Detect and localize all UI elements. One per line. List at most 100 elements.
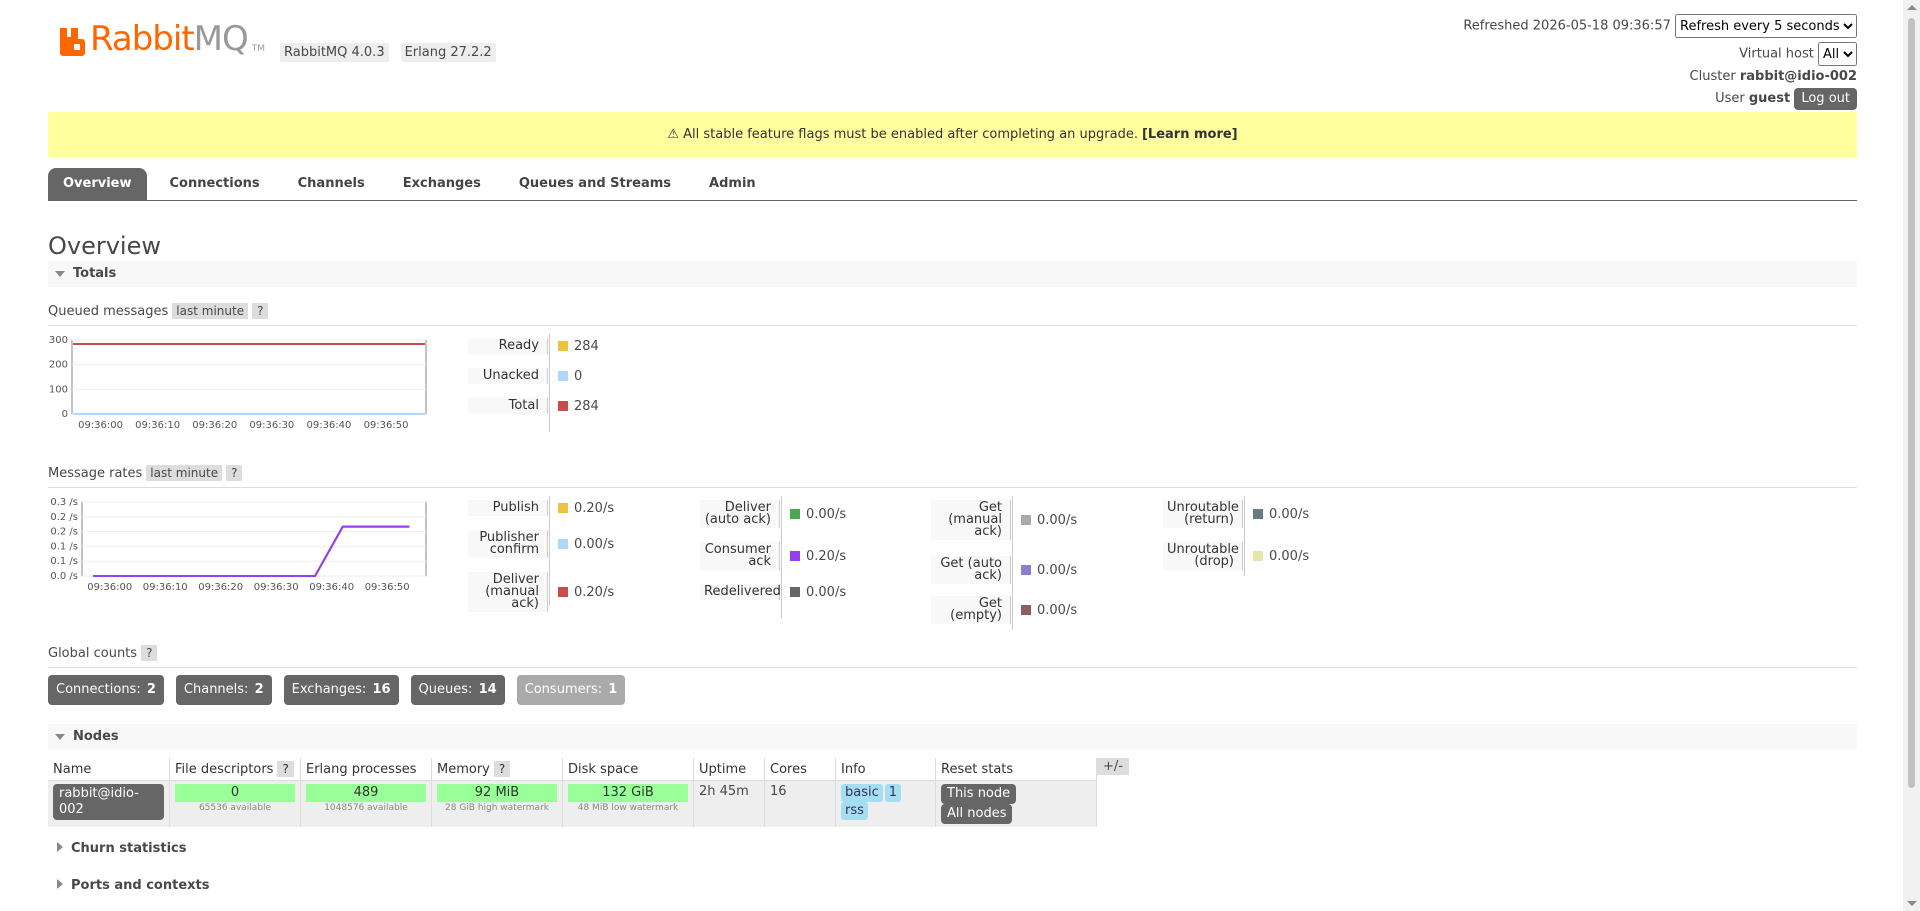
legend-divider	[549, 496, 550, 606]
legend-row: Deliver (manual ack) 0.20/s	[468, 572, 614, 612]
virtual-host-select[interactable]: All	[1818, 42, 1857, 66]
churn-statistics-section[interactable]: Churn statistics	[48, 841, 187, 856]
ports-contexts-title: Ports and contexts	[71, 878, 210, 893]
totals-section-header[interactable]: Totals	[48, 261, 1857, 287]
nodes-title: Nodes	[73, 729, 119, 744]
virtual-host-label: Virtual host	[1739, 46, 1814, 62]
scrollbar-thumb[interactable]	[1908, 18, 1915, 788]
legend-value-text: 0.00/s	[1269, 548, 1310, 564]
logo-mq: MQ	[193, 19, 249, 59]
reset-stats-cell: This node All nodes	[935, 780, 1097, 827]
tab-connections[interactable]: Connections	[155, 168, 275, 200]
y-tick-label: 0.3 /s	[50, 497, 78, 508]
scroll-down-icon[interactable]	[1907, 901, 1917, 906]
node-name-link[interactable]: rabbit@idio-002	[53, 784, 164, 820]
tab-channels[interactable]: Channels	[283, 168, 380, 200]
legend-row: Deliver (auto ack) 0.00/s	[700, 500, 846, 528]
connections-count-button[interactable]: Connections: 2	[48, 675, 164, 705]
ports-contexts-section[interactable]: Ports and contexts	[48, 878, 209, 893]
tab-queues-and-streams[interactable]: Queues and Streams	[504, 168, 686, 200]
reset-all-nodes-button[interactable]: All nodes	[941, 804, 1013, 824]
chart-plot-area	[81, 501, 427, 577]
disk-watermark: 48 MiB low watermark	[577, 803, 679, 813]
nodes-table: Name File descriptors? Erlang processes …	[48, 758, 1097, 827]
global-counts: Connections: 2 Channels: 2 Exchanges: 16…	[48, 675, 626, 705]
columns-toggle-button[interactable]: +/-	[1097, 758, 1129, 775]
legend-value-text: 0.00/s	[1037, 562, 1078, 578]
vertical-scrollbar[interactable]	[1903, 0, 1920, 911]
tab-exchanges[interactable]: Exchanges	[388, 168, 496, 200]
channels-count-label: Channels:	[183, 682, 249, 697]
legend-label: Deliver (manual ack)	[468, 572, 548, 612]
refresh-interval-select[interactable]: Refresh every 5 seconds	[1675, 14, 1857, 38]
tab-admin[interactable]: Admin	[694, 168, 771, 200]
global-counts-help-button[interactable]: ?	[141, 645, 158, 661]
nodes-table-header: Name File descriptors? Erlang processes …	[48, 758, 1097, 781]
collapse-triangle-icon	[55, 270, 65, 277]
memory-help-button[interactable]: ?	[493, 760, 511, 777]
refreshed-label: Refreshed 2026-05-18 09:36:57	[1463, 18, 1671, 34]
col-memory: Memory?	[431, 758, 563, 781]
learn-more-link[interactable]: [Learn more]	[1142, 127, 1238, 142]
scroll-up-icon[interactable]	[1907, 5, 1917, 10]
x-tick-label: 09:36:30	[254, 582, 299, 593]
tab-overview[interactable]: Overview	[48, 168, 147, 200]
legend-label: Unroutable (drop)	[1163, 542, 1243, 570]
y-tick-label: 0.2 /s	[50, 512, 78, 523]
legend-value: 0.00/s	[548, 537, 614, 552]
x-tick-label: 09:36:40	[306, 420, 351, 431]
legend-swatch	[1021, 565, 1031, 575]
queued-range-toggle[interactable]: last minute	[172, 303, 249, 319]
rabbitmq-version: RabbitMQ 4.0.3	[280, 43, 389, 62]
cores-cell: 16	[764, 780, 836, 827]
consumers-count-value: 1	[608, 682, 618, 697]
col-memory-label: Memory	[437, 761, 490, 777]
legend-value: 0.00/s	[1011, 603, 1077, 618]
queues-count-value: 14	[478, 682, 497, 697]
legend-value: 0.00/s	[1011, 563, 1077, 578]
legend-divider	[1244, 496, 1245, 576]
nodes-section-header[interactable]: Nodes	[48, 724, 1857, 750]
fd-bar: 0	[175, 784, 295, 802]
legend-value-text: 0.00/s	[806, 584, 847, 600]
legend-row: Ready 284	[468, 338, 599, 354]
y-tick-label: 0.1 /s	[50, 541, 78, 552]
legend-swatch	[1253, 509, 1263, 519]
node-name-cell: rabbit@idio-002	[48, 780, 170, 827]
rates-help-button[interactable]: ?	[226, 465, 243, 481]
disk-cell: 132 GiB 48 MiB low watermark	[562, 780, 694, 827]
legend-value: 284	[548, 399, 599, 414]
legend-row: Unroutable (drop) 0.00/s	[1163, 542, 1309, 570]
reset-this-node-button[interactable]: This node	[941, 784, 1017, 804]
legend-value-text: 0.20/s	[574, 584, 615, 600]
legend-swatch	[558, 341, 568, 351]
queued-help-button[interactable]: ?	[252, 303, 269, 319]
consumers-count-button[interactable]: Consumers: 1	[516, 675, 626, 705]
logout-button[interactable]: Log out	[1794, 88, 1857, 110]
disk-bar: 132 GiB	[568, 784, 688, 802]
legend-value-text: 284	[574, 338, 599, 354]
erlang-proc-cell: 489 1048576 available	[300, 780, 432, 827]
legend-row: Redelivered 0.00/s	[700, 584, 846, 600]
legend-row: Total 284	[468, 398, 599, 414]
logo-rabbit: Rabbit	[90, 19, 195, 59]
info-rss-badge: rss	[841, 802, 868, 820]
channels-count-button[interactable]: Channels: 2	[175, 675, 272, 705]
logo-tm: TM	[251, 44, 266, 54]
legend-swatch	[790, 509, 800, 519]
queues-count-button[interactable]: Queues: 14	[410, 675, 505, 705]
legend-row: Publisher confirm 0.00/s	[468, 530, 614, 558]
legend-label: Unroutable (return)	[1163, 500, 1243, 528]
rates-range-toggle[interactable]: last minute	[146, 465, 223, 481]
x-tick-label: 09:36:00	[78, 420, 123, 431]
x-tick-label: 09:36:50	[364, 420, 409, 431]
churn-statistics-title: Churn statistics	[71, 841, 187, 856]
legend-label: Consumer ack	[700, 542, 780, 570]
rabbit-logo-icon	[58, 26, 86, 56]
feature-flags-banner: ⚠ All stable feature flags must be enabl…	[48, 112, 1857, 157]
exchanges-count-button[interactable]: Exchanges: 16	[283, 675, 399, 705]
rabbitmq-logo[interactable]: RabbitMQ TM	[58, 22, 265, 56]
legend-row: Get (manual ack) 0.00/s	[931, 500, 1077, 540]
fd-help-button[interactable]: ?	[277, 760, 294, 777]
y-tick-label: 0.1 /s	[50, 556, 78, 567]
